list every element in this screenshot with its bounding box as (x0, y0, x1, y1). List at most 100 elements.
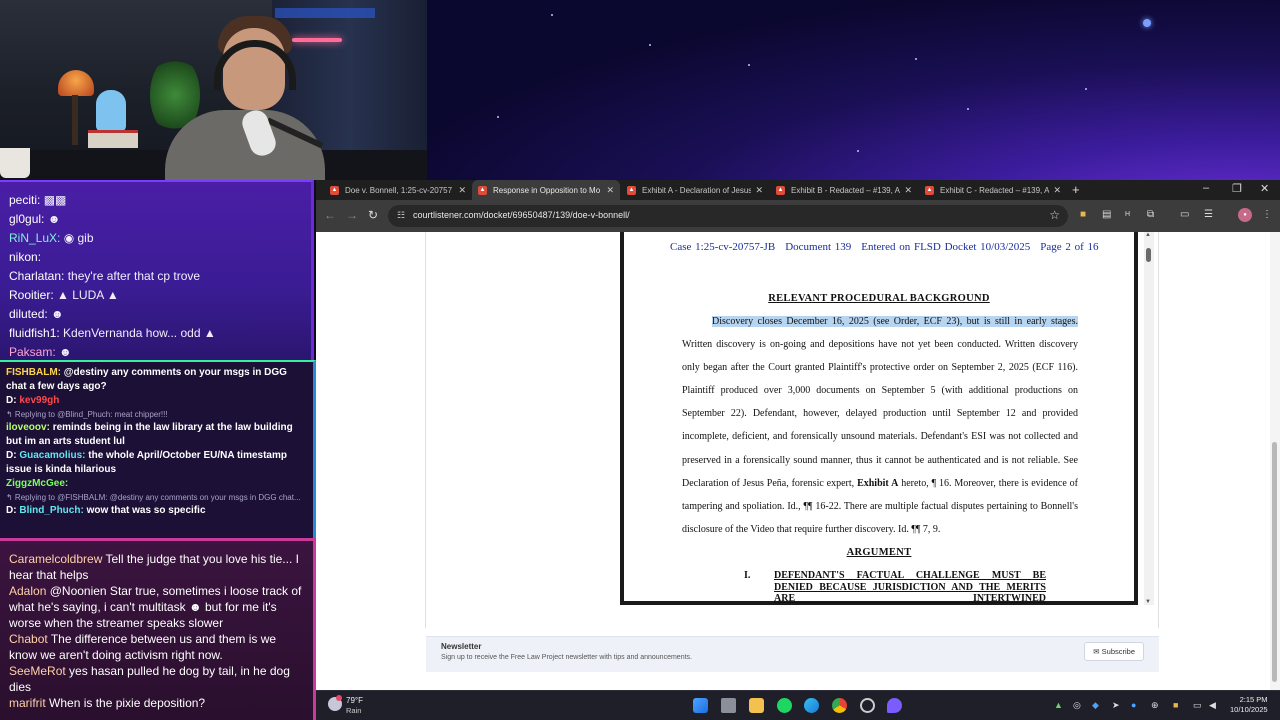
profile-avatar[interactable]: ● (1238, 208, 1252, 222)
maximize-icon[interactable]: ❐ (1232, 182, 1242, 195)
bookmark-star-icon[interactable]: ☆ (1049, 208, 1060, 222)
task-view-icon[interactable] (721, 698, 736, 713)
page-scroll-thumb[interactable] (1272, 442, 1277, 682)
clock[interactable]: 2:15 PM 10/10/2025 (1230, 695, 1268, 715)
start-icon[interactable] (693, 698, 708, 713)
scroll-down-icon[interactable]: ▼ (1145, 599, 1151, 605)
scroll-up-icon[interactable]: ▲ (1145, 232, 1151, 238)
lamp-icon (58, 70, 94, 96)
pdf-page: Case 1:25-cv-20757-JB Document 139 Entered… (620, 232, 1138, 605)
newsletter-title: Newsletter (441, 642, 482, 651)
space-background (427, 0, 1280, 180)
close-tab-icon[interactable]: ✕ (755, 185, 763, 196)
chat-message: nikon: (9, 250, 42, 264)
folder-icon[interactable]: ■ (1080, 209, 1086, 220)
chat-message: gl0gul: ☻ (9, 212, 61, 226)
forward-icon[interactable]: → (346, 208, 358, 222)
spotify-icon[interactable] (777, 698, 792, 713)
planet-icon (1143, 19, 1151, 27)
file-explorer-icon[interactable] (749, 698, 764, 713)
chat-panel-bottom: Caramelcoldbrew Tell the judge that you … (0, 538, 316, 720)
reply-context: ↰ Replying to @Blind_Phuch: meat chipper… (6, 410, 168, 419)
address-bar[interactable]: ☷ courtlistener.com/docket/69650487/139/… (388, 205, 1068, 227)
chat-message: Charlatan: they're after that cp trove (9, 269, 201, 283)
chat-message: diluted: ☻ (9, 307, 64, 321)
tray-icon[interactable]: ➤ (1112, 700, 1120, 711)
close-tab-icon[interactable]: ✕ (458, 185, 466, 196)
cast-icon[interactable]: ▭ (1180, 209, 1189, 220)
close-tab-icon[interactable]: ✕ (904, 185, 912, 196)
obs-icon[interactable] (860, 698, 875, 713)
chrome-icon[interactable] (832, 698, 847, 713)
extension-icon[interactable]: H (1125, 211, 1130, 218)
chat-message: FISHBALM: @destiny any comments on your … (6, 367, 287, 392)
body-paragraph: Discovery closes December 16, 2025 (see … (682, 316, 1078, 535)
chat-message: RiN_LuX: ◉ gib (9, 231, 94, 245)
volume-icon[interactable]: ◀ (1209, 700, 1216, 711)
monitor-icon[interactable]: ▭ (1193, 700, 1202, 711)
chat-message: peciti: ▩▩ (9, 193, 67, 207)
reply-context: ↰ Replying to @FISHBALM: @destiny any co… (6, 493, 301, 502)
browser-toolbar: ← → ↻ ☷ courtlistener.com/docket/6965048… (316, 200, 1280, 232)
tab-bar: ▲ Doe v. Bonnell, 1:25-cv-20757 - ✕ ▲ Respo… (316, 180, 1280, 200)
tray-icon[interactable]: ⊕ (1151, 700, 1159, 711)
chat-message: Rooitier: ▲ LUDA ▲ (9, 288, 119, 302)
webcam-feed (0, 0, 427, 180)
tab-exhibit-b[interactable]: ▲ Exhibit B - Redacted – #139, Att ✕ (770, 180, 918, 200)
app-icon[interactable] (887, 698, 902, 713)
reading-list-icon[interactable]: ☰ (1204, 209, 1213, 220)
scroll-thumb[interactable] (1146, 248, 1151, 262)
chat-message: Chabot The difference between us and the… (9, 632, 277, 662)
subsection-heading: DEFENDANT'S FACTUAL CHALLENGE MUST BE DE… (774, 570, 1046, 604)
chat-message: D: kev99gh (6, 395, 60, 406)
weather-icon[interactable] (328, 695, 342, 711)
pdf-icon: ▲ (330, 185, 339, 195)
pdf-scrollbar[interactable]: ▲ ▼ (1144, 232, 1154, 605)
tray-icon[interactable]: ● (1131, 700, 1136, 710)
taskbar: 79°F Rain ▲ ◎ ◆ ➤ ● ⊕ ■ ▭ ◀ 2:15 PM 10/1… (316, 690, 1280, 720)
chat-message: Caramelcoldbrew Tell the judge that you … (9, 552, 299, 582)
tray-icon[interactable]: ◆ (1092, 700, 1099, 711)
subscribe-button[interactable]: ✉ Subscribe (1084, 642, 1144, 661)
chat-message: fluidfish1: KdenVernanda how... odd ▲ (9, 326, 216, 340)
close-tab-icon[interactable]: ✕ (606, 185, 614, 196)
tab-exhibit-a[interactable]: ▲ Exhibit A - Declaration of Jesus ✕ (621, 180, 769, 200)
pdf-icon: ▲ (478, 185, 487, 195)
tab-exhibit-c[interactable]: ▲ Exhibit C - Redacted – #139, At ✕ (919, 180, 1067, 200)
close-tab-icon[interactable]: ✕ (1053, 185, 1061, 196)
browser-window: ▲ Doe v. Bonnell, 1:25-cv-20757 - ✕ ▲ Respo… (316, 180, 1280, 690)
puzzle-icon[interactable]: ⧉ (1147, 209, 1154, 220)
tab-response-in-opposition[interactable]: ▲ Response in Opposition to Mo ✕ (472, 180, 620, 200)
newsletter-banner: Newsletter Sign up to receive the Free L… (426, 636, 1159, 672)
menu-icon[interactable]: ⋮ (1262, 209, 1272, 220)
reload-icon[interactable]: ↻ (368, 208, 378, 222)
new-tab-button[interactable]: + (1072, 182, 1080, 197)
close-window-icon[interactable]: ✕ (1260, 182, 1269, 195)
pdf-viewer: Case 1:25-cv-20757-JB Document 139 Entered… (425, 232, 1159, 628)
newsletter-description: Sign up to receive the Free Law Project … (441, 654, 692, 661)
tray-icon[interactable]: ■ (1173, 700, 1178, 710)
page-scrollbar[interactable] (1270, 232, 1280, 690)
chat-message: D: Blind_Phuch: wow that was so specific (6, 505, 206, 516)
chat-message: SeeMeRot yes hasan pulled he dog by tail… (9, 664, 290, 694)
pdf-icon: ▲ (627, 185, 636, 195)
minimize-icon[interactable]: – (1203, 182, 1209, 194)
back-icon[interactable]: ← (324, 208, 336, 222)
chat-message: D: Guacamolius: the whole April/October … (6, 450, 287, 475)
clipboard-icon[interactable]: ▤ (1102, 209, 1111, 220)
site-info-icon[interactable]: ☷ (397, 210, 405, 221)
weather-condition[interactable]: Rain (346, 706, 361, 715)
pdf-icon: ▲ (776, 185, 785, 195)
highlighted-text: Discovery closes December 16, 2025 (see … (712, 316, 1078, 327)
url-text: courtlistener.com/docket/69650487/139/do… (413, 210, 630, 220)
edge-icon[interactable] (804, 698, 819, 713)
tray-icon[interactable]: ◎ (1073, 700, 1081, 711)
chat-message: marifrit When is the pixie deposition? (9, 696, 206, 710)
chat-panel-top: peciti: ▩▩ gl0gul: ☻ RiN_LuX: ◉ gib niko… (0, 180, 314, 360)
subsection-number: I. (744, 570, 751, 581)
weather-temperature[interactable]: 79°F (346, 696, 363, 705)
tray-icon[interactable]: ▲ (1054, 700, 1063, 710)
section-heading: RELEVANT PROCEDURAL BACKGROUND (768, 293, 990, 304)
page-viewport: Case 1:25-cv-20757-JB Document 139 Entered… (316, 232, 1280, 690)
tab-doe-v-bonnell[interactable]: ▲ Doe v. Bonnell, 1:25-cv-20757 - ✕ (324, 180, 472, 200)
